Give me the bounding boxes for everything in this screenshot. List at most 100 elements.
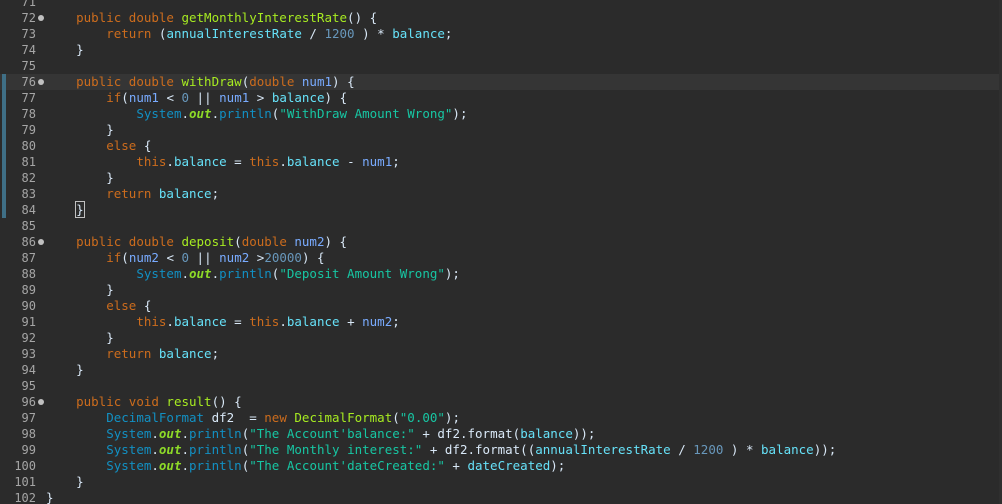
code-text: this.balance = this.balance - num1; [46,154,399,170]
line-gutter: 73 [0,26,44,42]
code-token: . [211,106,220,121]
code-token: ( [121,90,129,105]
code-token: - [339,154,363,169]
line-gutter: 77 [0,90,44,106]
code-token: if [106,90,122,105]
code-line[interactable]: 100 System.out.println("The Account'date… [0,458,1002,474]
code-token: this [249,314,280,329]
line-number: 82 [21,171,36,185]
line-gutter: 94 [0,362,44,378]
code-line[interactable]: 92 } [0,330,1002,346]
line-gutter: 85 [0,218,44,234]
fold-toggle-icon[interactable] [38,79,44,85]
line-number: 90 [21,299,36,313]
line-gutter: 101 [0,474,44,490]
code-token: "WithDraw Amount Wrong" [279,106,453,121]
code-token: balance [173,154,227,169]
code-text: } [46,362,84,378]
code-editor[interactable]: 71 72 public double getMonthlyInterestRat… [0,0,1002,504]
code-token: / [670,442,694,457]
code-token: format [467,426,513,441]
code-line[interactable]: 89 } [0,282,1002,298]
code-line[interactable]: 98 System.out.println("The Account'balan… [0,426,1002,442]
code-line[interactable]: 83 return balance; [0,186,1002,202]
code-line[interactable]: 102} [0,490,1002,504]
code-token: System [136,106,182,121]
code-token: out [189,266,212,281]
code-token: if [106,250,122,265]
code-line[interactable]: 78 System.out.println("WithDraw Amount W… [0,106,1002,122]
code-token: ); [452,106,468,121]
code-line[interactable]: 97 DecimalFormat df2 = new DecimalFormat… [0,410,1002,426]
code-line[interactable]: 77 if(num1 < 0 || num1 > balance) { [0,90,1002,106]
code-token: else [106,298,137,313]
code-text: } [46,170,114,186]
code-line[interactable]: 75 [0,58,1002,74]
code-token: withDraw [181,74,242,89]
code-text: DecimalFormat df2 = new DecimalFormat("0… [46,410,460,426]
code-line[interactable]: 84 } [0,201,1002,218]
line-number: 79 [21,123,36,137]
code-token: num2 [219,250,250,265]
code-token: "The Monthly interest:" [249,442,423,457]
code-line[interactable]: 90 else { [0,298,1002,314]
code-line[interactable]: 82 } [0,170,1002,186]
code-token: return [106,26,152,41]
code-token: 1200 [693,442,724,457]
code-line[interactable]: 76 public double withDraw(double num1) { [0,74,1002,90]
code-token: > [249,250,265,265]
code-line[interactable]: 88 System.out.println("Deposit Amount Wr… [0,266,1002,282]
line-gutter: 90 [0,298,44,314]
code-line[interactable]: 79 } [0,122,1002,138]
code-line[interactable]: 72 public double getMonthlyInterestRate(… [0,10,1002,26]
fold-toggle-icon[interactable] [38,399,44,405]
line-number: 84 [21,203,36,217]
code-line[interactable]: 101 } [0,474,1002,490]
line-number: 72 [21,11,36,25]
line-number: 85 [21,219,36,233]
code-line[interactable]: 71 [0,0,1002,10]
code-token: num1 [219,90,250,105]
code-line[interactable]: 73 return (annualInterestRate / 1200 ) *… [0,26,1002,42]
code-token: . [151,442,159,457]
code-line[interactable]: 99 System.out.println("The Monthly inter… [0,442,1002,458]
code-line[interactable]: 93 return balance; [0,346,1002,362]
code-line[interactable]: 95 [0,378,1002,394]
line-number: 98 [21,427,36,441]
change-marker-icon [2,90,6,106]
code-text: System.out.println("The Monthly interest… [46,442,836,458]
code-token: ); [444,410,460,425]
line-number: 99 [21,443,36,457]
change-marker-icon [2,202,6,218]
code-line[interactable]: 86 public double deposit(double num2) { [0,234,1002,250]
line-gutter: 71 [0,0,44,10]
code-token: . [181,106,189,121]
line-number: 97 [21,411,36,425]
code-line[interactable]: 74 } [0,42,1002,58]
code-line[interactable]: 81 this.balance = this.balance - num1; [0,154,1002,170]
code-token: return [106,186,152,201]
code-token: num2 [128,250,159,265]
code-line[interactable]: 87 if(num2 < 0 || num2 >20000) { [0,250,1002,266]
code-line[interactable]: 80 else { [0,138,1002,154]
code-text: public double deposit(double num2) { [46,234,347,250]
code-line[interactable]: 85 [0,218,1002,234]
code-token: ( [234,234,242,249]
code-line[interactable]: 96 public void result() { [0,394,1002,410]
code-token: new [264,410,287,425]
code-token: num1 [301,74,333,89]
code-token: ) * [354,26,393,41]
code-token: println [189,458,242,473]
fold-toggle-icon[interactable] [38,239,44,245]
code-line[interactable]: 91 this.balance = this.balance + num2; [0,314,1002,330]
change-marker-icon [2,186,6,202]
code-token: 20000 [264,250,302,265]
code-token: < [158,90,182,105]
code-line[interactable]: 94 } [0,362,1002,378]
fold-toggle-icon[interactable] [38,15,44,21]
code-token: num1 [128,90,159,105]
code-token: ( [392,410,400,425]
